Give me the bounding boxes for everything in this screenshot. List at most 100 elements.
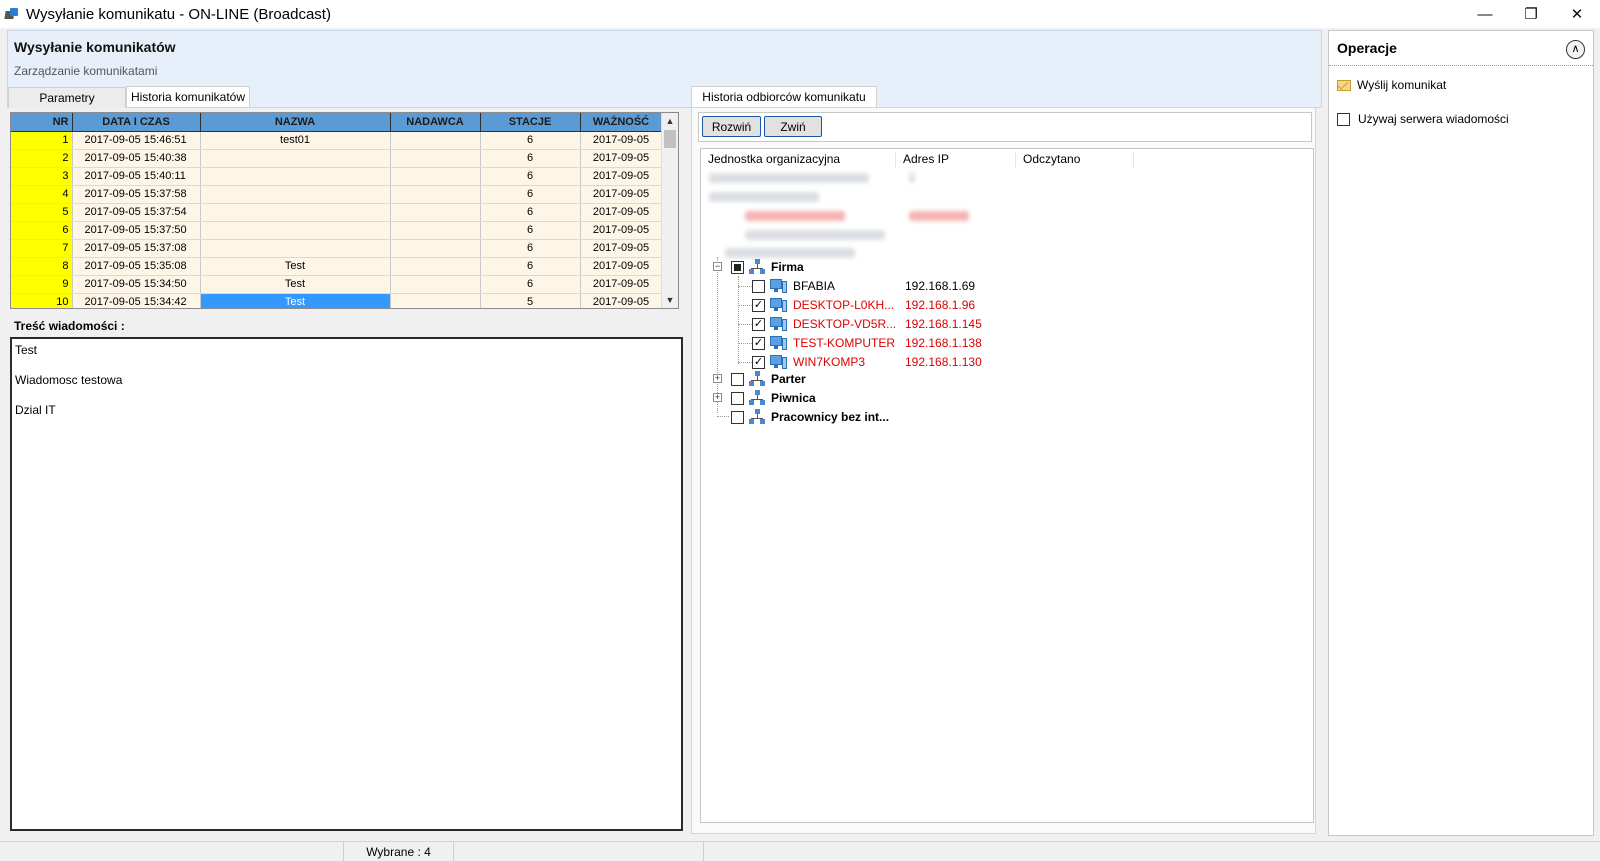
content-line: Test [15, 343, 38, 357]
checkbox[interactable] [731, 410, 744, 424]
column-header-nadawca[interactable]: NADAWCA [390, 113, 481, 132]
checkbox[interactable] [731, 372, 744, 386]
computer-name: BFABIA [793, 279, 836, 293]
send-message-label: Wyślij komunikat [1357, 78, 1447, 92]
scroll-thumb[interactable] [664, 130, 676, 148]
checkbox[interactable]: ✓ [752, 298, 765, 312]
tab-historia-odbiorcow[interactable]: Historia odbiorców komunikatu [691, 86, 877, 107]
tree-node-pracownicy[interactable]: Pracownicy bez int... [731, 408, 889, 426]
collapse-button[interactable]: Zwiń [764, 116, 822, 137]
checkbox[interactable]: ✓ [752, 355, 765, 369]
row-sender [390, 203, 481, 222]
tree-line [738, 343, 752, 344]
messages-table-body: 1 2017-09-05 15:46:51 test01 6 2017-09-05 2 20… [11, 131, 663, 308]
row-stations: 6 [480, 203, 581, 222]
expand-node-icon[interactable]: + [713, 374, 722, 383]
computer-icon [770, 335, 787, 351]
row-sender [390, 167, 481, 186]
column-header-waznosc[interactable]: WAŻNOŚĆ [580, 113, 663, 132]
column-header-nazwa[interactable]: NAZWA [200, 113, 391, 132]
title-bar: Wysyłanie komunikatu - ON-LINE (Broadcas… [0, 0, 1600, 28]
tree-node-computer[interactable]: ✓ TEST-KOMPUTER 192.168.1.138 [752, 334, 982, 352]
computer-icon [770, 354, 787, 370]
checkbox[interactable]: ✓ [752, 317, 765, 331]
restore-button[interactable]: ❐ [1508, 0, 1554, 28]
envelope-icon [1337, 79, 1351, 91]
computer-icon [770, 316, 787, 332]
table-row[interactable]: 1 2017-09-05 15:46:51 test01 6 2017-09-05 [11, 131, 663, 150]
use-message-server-option[interactable]: Używaj serwera wiadomości [1337, 112, 1509, 126]
table-scrollbar[interactable]: ▲ ▼ [661, 113, 678, 308]
table-row[interactable]: 2 2017-09-05 15:40:38 6 2017-09-05 [11, 149, 663, 168]
use-server-checkbox[interactable] [1337, 112, 1350, 126]
row-stations: 6 [480, 257, 581, 276]
table-row[interactable]: 4 2017-09-05 15:37:58 6 2017-09-05 [11, 185, 663, 204]
computer-ip: 192.168.1.130 [905, 355, 982, 369]
tree-node-label: Firma [771, 260, 804, 274]
column-header-ip[interactable]: Adres IP [896, 152, 1016, 168]
expand-node-icon[interactable]: + [713, 393, 722, 402]
column-header-unit[interactable]: Jednostka organizacyjna [701, 152, 896, 168]
row-sender [390, 131, 481, 150]
row-stations: 6 [480, 221, 581, 240]
tree-line [738, 305, 752, 306]
row-date: 2017-09-05 15:40:38 [72, 149, 201, 168]
row-date: 2017-09-05 15:46:51 [72, 131, 201, 150]
column-header-nr[interactable]: NR [11, 113, 73, 132]
table-row[interactable]: 6 2017-09-05 15:37:50 6 2017-09-05 [11, 221, 663, 240]
expand-button[interactable]: Rozwiń [702, 116, 761, 137]
tree-node-firma[interactable]: Firma [731, 258, 804, 276]
row-nr: 2 [11, 149, 73, 168]
column-header-data-i-czas[interactable]: DATA I CZAS [72, 113, 201, 132]
close-button[interactable]: ✕ [1554, 0, 1600, 28]
redacted-row [709, 173, 869, 183]
scroll-down-icon[interactable]: ▼ [662, 292, 678, 308]
collapse-panel-icon[interactable]: ∧ [1566, 40, 1585, 59]
tree-node-computer[interactable]: ✓ DESKTOP-L0KH... 192.168.1.96 [752, 296, 975, 314]
table-row[interactable]: 7 2017-09-05 15:37:08 6 2017-09-05 [11, 239, 663, 258]
tree-node-computer[interactable]: ✓ DESKTOP-VD5R... 192.168.1.145 [752, 315, 982, 333]
row-validity: 2017-09-05 [580, 239, 663, 258]
row-name: Test [200, 275, 391, 294]
network-group-icon [749, 259, 765, 275]
table-row[interactable]: 5 2017-09-05 15:37:54 6 2017-09-05 [11, 203, 663, 222]
selected-count: Wybrane : 4 [344, 842, 454, 861]
checkbox[interactable] [731, 260, 744, 274]
table-row[interactable]: 3 2017-09-05 15:40:11 6 2017-09-05 [11, 167, 663, 186]
tree-node-computer[interactable]: BFABIA 192.168.1.69 [752, 277, 975, 295]
network-group-icon [749, 409, 765, 425]
redacted-row [709, 192, 819, 202]
row-validity: 2017-09-05 [580, 131, 663, 150]
tab-historia-komunikatow[interactable]: Historia komunikatów [126, 86, 250, 107]
message-content-box[interactable]: Test Wiadomosc testowa Dzial IT [10, 337, 683, 831]
minimize-button[interactable]: — [1462, 0, 1508, 28]
column-header-read[interactable]: Odczytano [1016, 152, 1134, 168]
column-header-stacje[interactable]: STACJE [480, 113, 581, 132]
tree-node-piwnica[interactable]: Piwnica [731, 389, 816, 407]
scroll-up-icon[interactable]: ▲ [662, 113, 678, 129]
row-nr: 7 [11, 239, 73, 258]
checkbox[interactable]: ✓ [752, 336, 765, 350]
computer-name: DESKTOP-VD5R... [793, 317, 897, 331]
checkbox[interactable] [752, 279, 765, 293]
checkbox[interactable] [731, 391, 744, 405]
table-row[interactable]: 10 2017-09-05 15:34:42 Test 5 2017-09-05 [11, 293, 663, 308]
computer-ip: 192.168.1.69 [905, 279, 976, 293]
row-nr: 6 [11, 221, 73, 240]
tab-parametry[interactable]: Parametry [8, 87, 126, 108]
send-message-action[interactable]: Wyślij komunikat [1337, 78, 1446, 92]
row-name [200, 239, 391, 258]
tree-node-computer[interactable]: ✓ WIN7KOMP3 192.168.1.130 [752, 353, 982, 371]
collapse-node-icon[interactable]: − [713, 262, 722, 271]
window-title: Wysyłanie komunikatu - ON-LINE (Broadcas… [26, 5, 331, 23]
row-name: test01 [200, 131, 391, 150]
row-validity: 2017-09-05 [580, 185, 663, 204]
row-name [200, 203, 391, 222]
message-content-label: Treść wiadomości : [14, 319, 125, 333]
row-name: Test [200, 257, 391, 276]
row-stations: 6 [480, 185, 581, 204]
table-row[interactable]: 8 2017-09-05 15:35:08 Test 6 2017-09-05 [11, 257, 663, 276]
row-date: 2017-09-05 15:37:50 [72, 221, 201, 240]
tree-node-parter[interactable]: Parter [731, 370, 806, 388]
table-row[interactable]: 9 2017-09-05 15:34:50 Test 6 2017-09-05 [11, 275, 663, 294]
